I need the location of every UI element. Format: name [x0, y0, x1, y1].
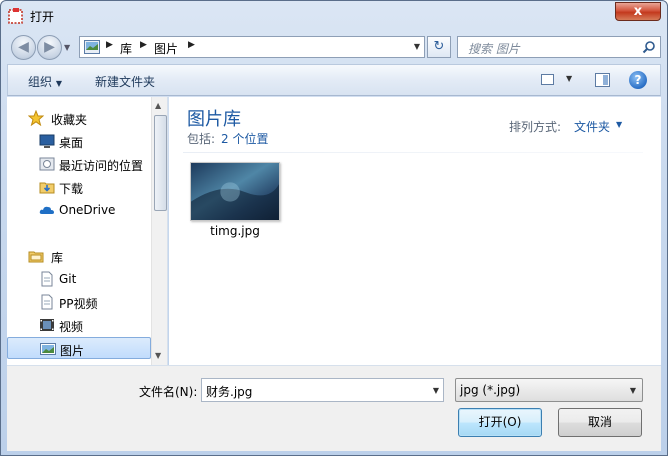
sidebar-item-label: OneDrive [59, 203, 116, 217]
preview-pane-icon[interactable] [595, 73, 610, 87]
breadcrumb-separator-icon[interactable]: ▶ [106, 40, 113, 50]
search-placeholder[interactable]: 搜索 图片 [468, 40, 520, 57]
cancel-button[interactable]: 取消 [558, 408, 642, 437]
organize-label[interactable]: 组织 [28, 75, 52, 89]
breadcrumb-separator-icon[interactable]: ▶ [188, 40, 195, 50]
sidebar-item-libraries[interactable]: 库 [7, 245, 151, 267]
chevron-down-icon[interactable]: ▼ [616, 120, 622, 129]
title-bar[interactable]: 打开 x [1, 1, 667, 31]
sidebar-item-label: 图片 [60, 344, 85, 358]
sidebar-item-label: 下载 [59, 182, 84, 196]
document-icon [41, 294, 53, 310]
command-toolbar: 组织 ▼ 新建文件夹 ▼ ? [7, 64, 661, 96]
recent-pages-dropdown-icon[interactable]: ▼ [64, 43, 70, 52]
pictures-library-icon [84, 40, 100, 54]
sidebar-item-recent-places[interactable]: 最近访问的位置 [7, 153, 151, 175]
close-button[interactable]: x [615, 2, 661, 21]
file-type-select[interactable]: jpg (*.jpg) ▼ [455, 378, 643, 402]
library-title: 图片库 [187, 109, 241, 130]
help-icon[interactable]: ? [629, 71, 647, 89]
chevron-down-icon[interactable]: ▼ [433, 386, 439, 395]
locations-link[interactable]: 2 个位置 [221, 132, 268, 146]
breadcrumb-library[interactable]: 库 [120, 40, 132, 57]
refresh-button[interactable]: ↻ [427, 36, 451, 58]
star-icon [28, 110, 44, 126]
sidebar-item-label: 最近访问的位置 [59, 159, 144, 173]
desktop-icon [39, 134, 55, 148]
sidebar-scrollbar[interactable]: ▲ ▼ [151, 97, 167, 365]
sidebar-item-label: 桌面 [59, 136, 84, 150]
navigation-bar: ◀ ▶ ▼ ▶ 库 ▶ 图片 ▶ ▼ ↻ 搜索 图片 [7, 32, 661, 62]
search-box[interactable]: 搜索 图片 [457, 36, 661, 58]
chevron-down-icon[interactable]: ▼ [56, 79, 62, 88]
organize-menu[interactable]: 组织 ▼ [28, 73, 62, 90]
document-icon [41, 271, 53, 287]
dialog-footer: 文件名(N): 财务.jpg ▼ jpg (*.jpg) ▼ 打开(O) 取消 [7, 365, 661, 451]
includes-label: 包括: [187, 132, 216, 146]
image-thumbnail[interactable] [190, 162, 280, 221]
file-list-pane: 图片库 包括: 2 个位置 排列方式: 文件夹 ▼ timg.jpg [169, 97, 661, 365]
scroll-down-icon[interactable]: ▼ [155, 351, 161, 360]
arrange-by-dropdown[interactable]: 文件夹 [574, 118, 610, 135]
address-dropdown-icon[interactable]: ▼ [414, 42, 420, 51]
window-title: 打开 [30, 10, 55, 24]
sidebar-item-onedrive[interactable]: OneDrive [7, 199, 151, 221]
recent-places-icon [39, 157, 55, 171]
download-folder-icon [39, 182, 55, 194]
address-bar[interactable]: ▶ 库 ▶ 图片 ▶ ▼ [79, 36, 425, 58]
filename-value[interactable]: 财务.jpg [206, 383, 252, 400]
arrange-by-label: 排列方式: [509, 120, 562, 134]
filename-input[interactable]: 财务.jpg ▼ [201, 378, 444, 402]
view-options-dropdown-icon[interactable]: ▼ [566, 74, 572, 83]
search-icon[interactable] [642, 40, 656, 54]
file-name[interactable]: timg.jpg [185, 224, 285, 238]
divider [183, 152, 643, 153]
library-icon [28, 251, 44, 263]
forward-button[interactable]: ▶ [37, 35, 62, 60]
sidebar-item-favorites[interactable]: 收藏夹 [7, 107, 151, 129]
sidebar-item-desktop[interactable]: 桌面 [7, 130, 151, 152]
sidebar-item-pictures[interactable]: 图片 [7, 337, 151, 359]
sidebar-item-git[interactable]: Git [7, 268, 151, 290]
chevron-down-icon[interactable]: ▼ [630, 386, 636, 395]
new-folder-button[interactable]: 新建文件夹 [95, 73, 155, 90]
back-button[interactable]: ◀ [11, 35, 36, 60]
file-type-value[interactable]: jpg (*.jpg) [460, 383, 520, 397]
sidebar-item-videos[interactable]: 视频 [7, 314, 151, 336]
sidebar-item-label: 视频 [59, 320, 84, 334]
picture-icon [40, 343, 56, 355]
sidebar-item-label: 收藏夹 [51, 113, 88, 127]
open-file-dialog: 打开 x ◀ ▶ ▼ ▶ 库 ▶ 图片 ▶ ▼ ↻ 搜索 图片 组织 ▼ 新建文… [0, 0, 668, 456]
app-icon [8, 8, 23, 24]
scroll-up-icon[interactable]: ▲ [155, 101, 161, 110]
scrollbar-thumb[interactable] [154, 115, 167, 211]
sidebar-item-pp-video[interactable]: PP视频 [7, 291, 151, 313]
breadcrumb-pictures[interactable]: 图片 [154, 40, 178, 57]
navigation-pane: 收藏夹 桌面 最近访问的位置 下载 OneDrive 库 Git PP视频 视频… [7, 97, 168, 365]
sidebar-item-label: Git [59, 272, 77, 286]
onedrive-cloud-icon [39, 206, 54, 214]
open-button[interactable]: 打开(O) [458, 408, 542, 437]
change-view-icon[interactable] [541, 74, 554, 85]
breadcrumb-separator-icon[interactable]: ▶ [140, 40, 147, 50]
sidebar-item-label: 库 [51, 251, 64, 265]
file-item[interactable]: timg.jpg [185, 159, 285, 245]
video-icon [40, 319, 54, 331]
library-includes: 包括: 2 个位置 [187, 130, 269, 147]
sidebar-item-downloads[interactable]: 下载 [7, 176, 151, 198]
filename-label: 文件名(N): [139, 385, 198, 399]
sidebar-item-label: PP视频 [59, 297, 98, 311]
